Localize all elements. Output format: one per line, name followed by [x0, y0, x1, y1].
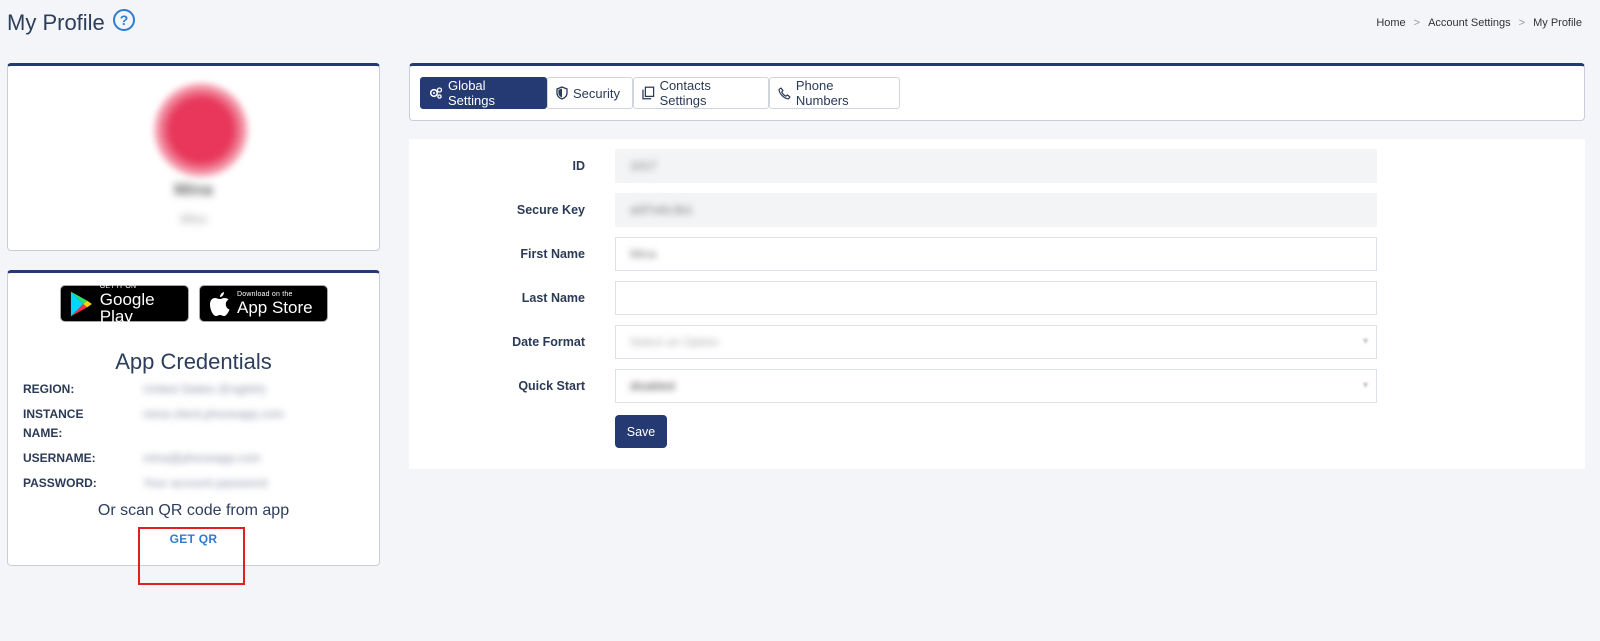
field-label: Secure Key — [516, 203, 585, 217]
profile-card: Mina Mina — [7, 63, 380, 251]
form-row-id: ID 1017 — [409, 149, 1585, 183]
field-label: Last Name — [521, 291, 585, 305]
credential-row-username: USERNAME: mina@phoneapp.com — [23, 449, 363, 468]
global-settings-form: ID 1017 Secure Key a0f7e6c3b1 First Name… — [409, 139, 1585, 469]
date-format-select[interactable]: Select an Option ▾ — [615, 325, 1377, 359]
profile-name: Mina — [174, 180, 213, 199]
last-name-field[interactable] — [615, 281, 1377, 315]
field-value: Select an Option — [630, 335, 719, 349]
save-button[interactable]: Save — [615, 415, 667, 448]
avatar — [153, 82, 249, 178]
field-value: a0f7e6c3b1 — [630, 203, 693, 217]
scan-qr-text: Or scan QR code from app — [97, 502, 290, 519]
quick-start-select[interactable]: disabled ▾ — [615, 369, 1377, 403]
field-label: First Name — [520, 247, 585, 261]
id-field: 1017 — [615, 149, 1377, 183]
settings-tabs-card: Global Settings Security Contacts Settin… — [409, 63, 1585, 121]
app-store-big-text: App Store — [237, 298, 313, 317]
shield-icon — [556, 86, 568, 100]
breadcrumb-separator: > — [1413, 17, 1421, 29]
breadcrumb-home[interactable]: Home — [1376, 17, 1405, 29]
tab-contacts-settings[interactable]: Contacts Settings — [633, 77, 769, 109]
credential-label: REGION: — [23, 382, 75, 396]
field-value: 1017 — [630, 159, 657, 173]
tab-label: Phone Numbers — [795, 78, 849, 108]
help-icon[interactable]: ? — [113, 9, 135, 31]
app-store-badge[interactable]: Download on the App Store — [199, 285, 328, 322]
field-value: Mina — [630, 247, 657, 261]
breadcrumb-current: My Profile — [1533, 17, 1582, 29]
profile-subtitle: Mina — [180, 212, 207, 226]
gears-icon — [429, 87, 443, 99]
google-play-small-text: GET IT ON — [99, 282, 137, 290]
credential-label: PASSWORD: — [23, 476, 97, 490]
credential-row-instance: INSTANCE NAME: mina-client.phoneapp.com — [23, 405, 363, 443]
tab-label: Contacts Settings — [659, 78, 711, 108]
highlight-box — [138, 527, 245, 585]
app-credentials-title: App Credentials — [115, 349, 272, 374]
tab-security[interactable]: Security — [547, 77, 633, 109]
google-play-icon — [70, 291, 92, 316]
credential-value: United States (English) — [143, 382, 266, 396]
google-play-big-text: Google Play — [99, 289, 155, 326]
form-row-secure-key: Secure Key a0f7e6c3b1 — [409, 193, 1585, 227]
copy-icon — [642, 86, 655, 100]
credential-row-region: REGION: United States (English) — [23, 380, 363, 399]
tab-phone-numbers[interactable]: Phone Numbers — [769, 77, 900, 109]
phone-icon — [778, 86, 791, 100]
breadcrumb-account-settings[interactable]: Account Settings — [1428, 17, 1511, 29]
field-label: Date Format — [512, 335, 585, 349]
credential-label: USERNAME: — [23, 451, 96, 465]
field-label: ID — [572, 159, 586, 173]
tab-label: Global Settings — [447, 78, 495, 108]
credential-value: mina-client.phoneapp.com — [143, 407, 284, 421]
form-row-first-name: First Name Mina — [409, 237, 1585, 271]
credential-value: Your account password — [143, 476, 268, 490]
tab-global-settings[interactable]: Global Settings — [420, 77, 547, 109]
field-label: Quick Start — [518, 379, 585, 393]
chevron-down-icon: ▾ — [1362, 336, 1368, 347]
credential-row-password: PASSWORD: Your account password — [23, 474, 363, 493]
form-row-date-format: Date Format Select an Option ▾ — [409, 325, 1585, 359]
google-play-badge[interactable]: GET IT ON Google Play — [60, 282, 189, 326]
app-store-small-text: Download on the — [237, 291, 293, 298]
credential-value: mina@phoneapp.com — [143, 451, 261, 465]
breadcrumb: Home > Account Settings > My Profile — [1376, 17, 1582, 29]
apple-icon — [210, 291, 230, 316]
breadcrumb-separator: > — [1518, 17, 1526, 29]
tab-label: Security — [573, 85, 620, 101]
chevron-down-icon: ▾ — [1362, 380, 1368, 391]
secure-key-field: a0f7e6c3b1 — [615, 193, 1377, 227]
app-credentials-card: GET IT ON Google Play Download on the Ap… — [7, 270, 380, 566]
first-name-field[interactable]: Mina — [615, 237, 1377, 271]
page-title: My Profile — [7, 10, 105, 35]
form-row-quick-start: Quick Start disabled ▾ — [409, 369, 1585, 403]
form-row-last-name: Last Name — [409, 281, 1585, 315]
credential-label: INSTANCE NAME: — [23, 407, 84, 440]
field-value: disabled — [630, 379, 675, 393]
